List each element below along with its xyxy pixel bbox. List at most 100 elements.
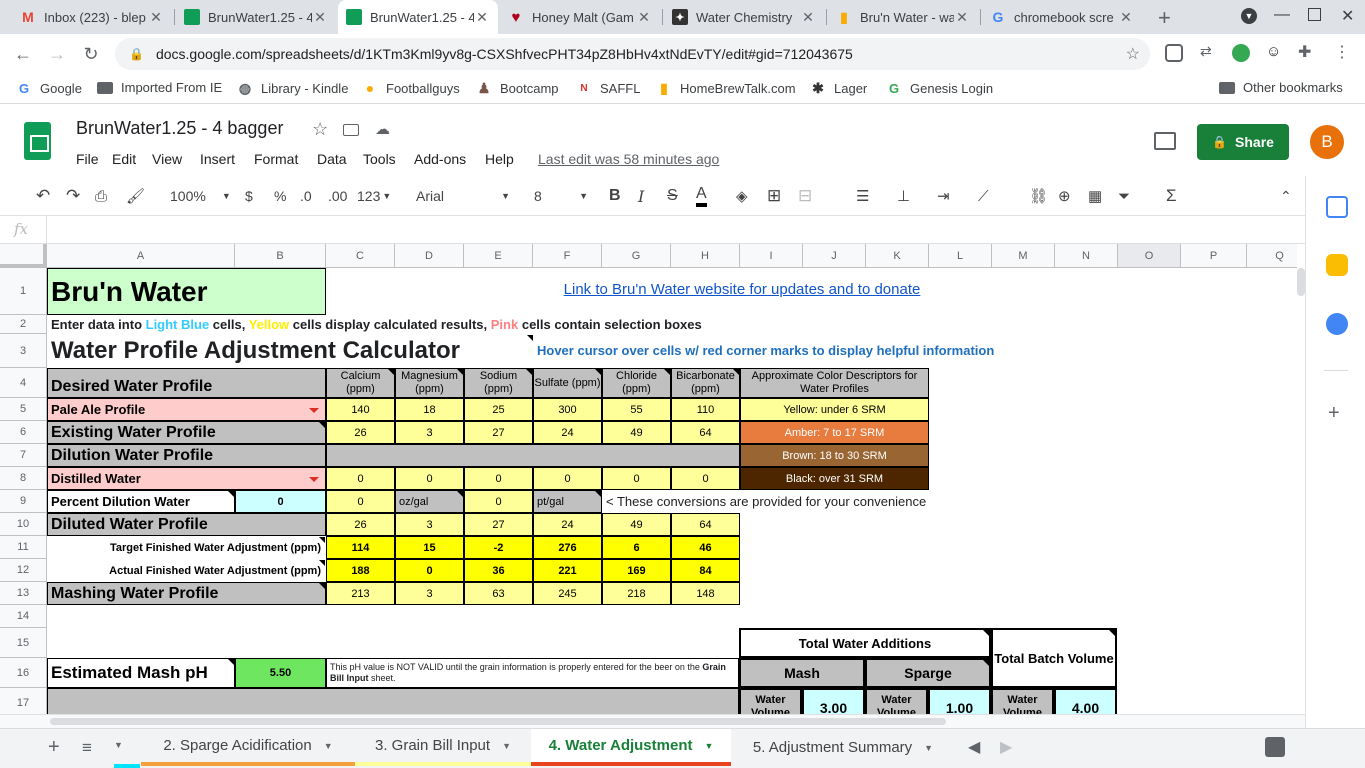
scroll-tabs-right-icon[interactable]: ▶	[1000, 737, 1012, 757]
other-bookmarks[interactable]: Other bookmarks	[1219, 80, 1343, 95]
text-rotation-icon[interactable]: ⟋	[978, 185, 989, 207]
spreadsheet-grid[interactable]: A B C D E F G H I J K L M N O P Q 1 2 3 …	[0, 244, 1297, 714]
bookmark-library-kindle[interactable]: ◍ Library - Kindle	[237, 80, 349, 96]
formula-bar[interactable]: fx	[0, 216, 1305, 244]
column-header[interactable]: M	[992, 244, 1055, 268]
diluted-water-profile-label[interactable]: Diluted Water Profile	[47, 513, 326, 536]
sparge-water-volume-label[interactable]: Water Volume	[865, 688, 928, 714]
grammarly-icon[interactable]	[1232, 44, 1250, 62]
collapse-toolbar-icon[interactable]: ⌃	[1280, 185, 1292, 207]
filter-icon[interactable]: ⏷	[1118, 185, 1130, 207]
chloride-header[interactable]: Chloride (ppm)	[602, 368, 671, 398]
distilled-water-select[interactable]: Distilled Water	[47, 467, 326, 490]
row-header[interactable]: 9	[0, 490, 47, 513]
close-tab-icon[interactable]: ✕	[954, 9, 970, 26]
back-icon[interactable]: ←	[9, 40, 37, 68]
column-header[interactable]: N	[1055, 244, 1118, 268]
row-header[interactable]: 3	[0, 334, 47, 368]
mashing-magnesium[interactable]: 3	[395, 582, 464, 605]
browser-tab-brunwater-active[interactable]: BrunWater1.25 - 4 ✕	[338, 0, 498, 34]
color-descriptors-header[interactable]: Approximate Color Descriptors for Water …	[740, 368, 929, 398]
percent-dilution-label[interactable]: Percent Dilution Water	[47, 490, 235, 513]
existing-sodium[interactable]: 27	[464, 421, 533, 444]
row-header[interactable]: 16	[0, 658, 47, 688]
row-header[interactable]: 2	[0, 315, 47, 334]
browser-tab-honey-malt[interactable]: ♥ Honey Malt (Gam ✕	[500, 0, 660, 34]
conversion-value-2[interactable]: 0	[464, 490, 533, 513]
mashing-sulfate[interactable]: 245	[533, 582, 602, 605]
target-sulfate[interactable]: 276	[533, 536, 602, 559]
browser-tab-chromebook[interactable]: G chromebook scre ✕	[982, 0, 1142, 34]
column-header[interactable]: K	[866, 244, 929, 268]
horizontal-scroll-thumb[interactable]	[50, 718, 946, 725]
vertical-scroll-thumb[interactable]	[1297, 268, 1305, 296]
menu-edit[interactable]: Edit	[112, 151, 136, 167]
mashing-bicarbonate[interactable]: 148	[671, 582, 740, 605]
donate-link[interactable]: Link to Bru'n Water website for updates …	[326, 281, 1158, 298]
diluted-calcium[interactable]: 26	[326, 513, 395, 536]
bookmark-google[interactable]: G Google	[16, 80, 82, 96]
target-chloride[interactable]: 6	[602, 536, 671, 559]
browser-tab-water-chemistry[interactable]: ✦ Water Chemistry ✕	[664, 0, 824, 34]
actual-chloride[interactable]: 169	[602, 559, 671, 582]
column-header[interactable]: F	[533, 244, 602, 268]
move-folder-icon[interactable]	[343, 124, 359, 136]
close-tab-icon[interactable]: ✕	[1118, 9, 1134, 26]
mashing-sodium[interactable]: 63	[464, 582, 533, 605]
keep-icon[interactable]	[1326, 254, 1348, 276]
sulfate-header[interactable]: Sulfate (ppm)	[533, 368, 602, 398]
row-header[interactable]: 13	[0, 582, 47, 605]
existing-sulfate[interactable]: 24	[533, 421, 602, 444]
sheets-logo-icon[interactable]	[24, 122, 51, 160]
sparge-header[interactable]: Sparge	[865, 658, 991, 688]
percent-dilution-input[interactable]: 0	[235, 490, 326, 513]
share-button[interactable]: 🔒 Share	[1197, 124, 1289, 160]
pale-calcium[interactable]: 140	[326, 398, 395, 421]
menu-view[interactable]: View	[152, 151, 182, 167]
diluted-sodium[interactable]: 27	[464, 513, 533, 536]
distilled-chloride[interactable]: 0	[602, 467, 671, 490]
column-header[interactable]: D	[395, 244, 464, 268]
pocket-icon[interactable]	[1165, 44, 1183, 62]
column-header[interactable]: P	[1181, 244, 1247, 268]
pt-per-gal-label[interactable]: pt/gal	[533, 490, 602, 513]
existing-water-profile-label[interactable]: Existing Water Profile	[47, 421, 326, 444]
srm-black[interactable]: Black: over 31 SRM	[740, 467, 929, 490]
extensions-puzzle-icon[interactable]: ✚	[1298, 42, 1311, 62]
menu-file[interactable]: File	[76, 151, 99, 167]
menu-help[interactable]: Help	[485, 151, 514, 167]
diluted-sulfate[interactable]: 24	[533, 513, 602, 536]
undo-icon[interactable]: ↶	[36, 185, 50, 207]
select-all-corner[interactable]	[0, 244, 47, 268]
actual-magnesium[interactable]: 0	[395, 559, 464, 582]
address-bar[interactable]: 🔒 docs.google.com/spreadsheets/d/1KTm3Km…	[115, 38, 1150, 70]
document-title[interactable]: BrunWater1.25 - 4 bagger	[76, 118, 283, 139]
close-tab-icon[interactable]: ✕	[148, 9, 164, 26]
bookmark-footballguys[interactable]: ● Footballguys	[362, 80, 460, 96]
diluted-bicarbonate[interactable]: 64	[671, 513, 740, 536]
italic-icon[interactable]: I	[638, 185, 644, 207]
fill-color-icon[interactable]: ◈	[736, 185, 748, 207]
target-adjustment-label[interactable]: Target Finished Water Adjustment (ppm)	[47, 536, 326, 559]
pale-bicarbonate[interactable]: 110	[671, 398, 740, 421]
reload-icon[interactable]: ↻	[77, 40, 105, 68]
column-header[interactable]: Q	[1247, 244, 1297, 268]
bookmark-star-icon[interactable]: ☆	[1126, 44, 1140, 64]
mashing-calcium[interactable]: 213	[326, 582, 395, 605]
existing-chloride[interactable]: 49	[602, 421, 671, 444]
tasks-icon[interactable]	[1326, 313, 1348, 335]
calculator-title[interactable]: Water Profile Adjustment Calculator	[47, 335, 533, 367]
oz-per-gal-label[interactable]: oz/gal	[395, 490, 464, 513]
column-header[interactable]: C	[326, 244, 395, 268]
mash-water-volume-label[interactable]: Water Volume	[739, 688, 802, 714]
total-batch-volume-header[interactable]: Total Batch Volume	[991, 628, 1117, 688]
sheet-tab-adjustment-summary[interactable]: 5. Adjustment Summary ▼	[731, 729, 955, 766]
chrome-menu-icon[interactable]: ⋮	[1334, 42, 1350, 62]
extension-arrows-icon[interactable]: ⇄	[1200, 43, 1212, 60]
pale-chloride[interactable]: 55	[602, 398, 671, 421]
insert-chart-icon[interactable]: ▦	[1088, 185, 1102, 207]
more-formats-select[interactable]: 123 ▼	[357, 185, 391, 207]
sodium-header[interactable]: Sodium (ppm)	[464, 368, 533, 398]
comments-icon[interactable]	[1154, 132, 1176, 150]
actual-sulfate[interactable]: 221	[533, 559, 602, 582]
